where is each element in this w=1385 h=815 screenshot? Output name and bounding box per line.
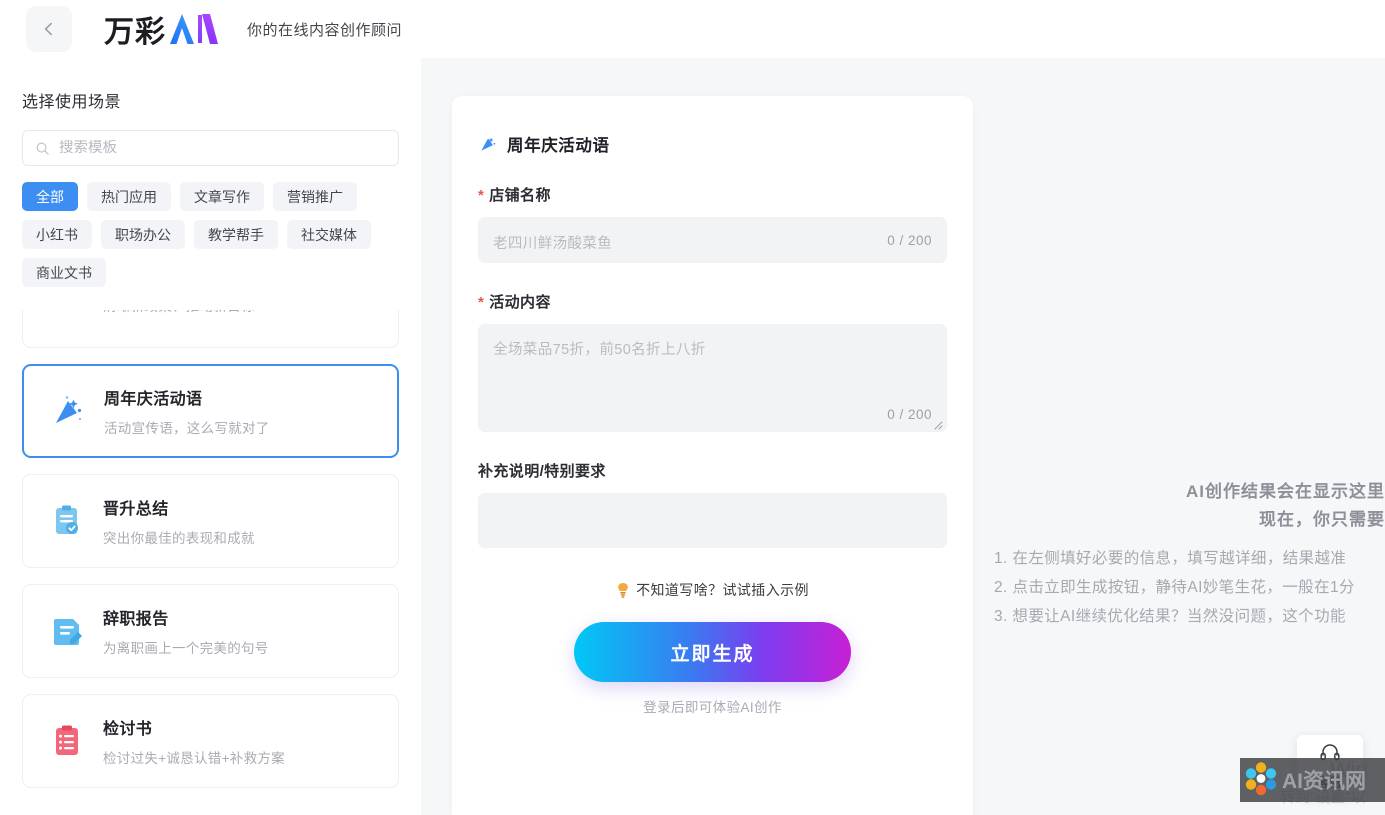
tag-article-writing[interactable]: 文章写作 [180,182,264,211]
tag-label: 文章写作 [194,188,250,205]
list-item-body: 检讨书 检讨过失+诚恳认错+补救方案 [103,715,285,767]
app-root: 万彩 你的在线内容创作顾问 选择使用场景 搜索模板 全部 热门应用 文章写作 营… [0,0,1385,815]
brand-name: 万彩 [104,16,166,49]
field-label-text: 补充说明/特别要求 [478,463,606,480]
resize-grip-icon[interactable] [931,417,943,430]
result-step-2: 2. 点击立即生成按钮，静待AI妙笔生花，一般在1分 [994,579,1355,596]
tag-label: 商业文书 [36,264,92,281]
result-steps: 1. 在左侧填好必要的信息，填写越详细，结果越准 2. 点击立即生成按钮，静待A… [994,544,1385,631]
tag-marketing[interactable]: 营销推广 [273,182,357,211]
template-name: 晋升总结 [103,501,169,518]
back-button[interactable] [26,6,72,52]
tag-xiaohongshu[interactable]: 小红书 [22,220,92,249]
field-label: 补充说明/特别要求 [478,460,947,481]
result-headings: AI创作结果会在显示这里 现在，你只需要 [994,478,1385,534]
template-desc: 清晰新政策、推动新目标 [103,310,255,315]
generator-form-panel: 周年庆活动语 * 店铺名称 老四川鲜汤酸菜鱼 0 / 200 * 活动内容 全场菜品… [452,96,973,815]
field-label: * 店铺名称 [478,184,947,205]
clipboard-check-icon [41,503,93,539]
template-sidebar: 选择使用场景 全部 热门应用 文章写作 营销推广 小红书 职场办公 教学帮手 社… [0,58,421,815]
brand-logo[interactable]: 万彩 [104,7,221,51]
extra-notes-textarea[interactable] [478,493,947,548]
list-item-body: 周年庆活动语 活动宣传语，这么写就对了 [104,385,270,437]
page-title: 周年庆活动语 [507,137,610,155]
sidebar-title: 选择使用场景 [22,94,122,111]
tag-label: 营销推广 [287,188,343,205]
search-icon [35,141,50,156]
headset-icon [1319,742,1341,767]
field-shop-name: * 店铺名称 老四川鲜汤酸菜鱼 0 / 200 [478,184,947,263]
shop-name-counter: 0 / 200 [887,233,932,248]
field-label: * 活动内容 [478,291,947,312]
megaphone-icon [41,310,93,318]
template-name: 检讨书 [103,721,153,738]
list-item[interactable]: 清晰新政策、推动新目标 [22,310,399,348]
sidebar-item-anniversary-slogan[interactable]: 周年庆活动语 活动宣传语，这么写就对了 [22,364,399,458]
document-pen-icon [41,613,93,649]
tag-workplace[interactable]: 职场办公 [101,220,185,249]
generate-button[interactable]: 立即生成 [574,622,851,682]
activity-content-textarea[interactable]: 全场菜品75折，前50名折上八折 0 / 200 [478,324,947,432]
result-step-1: 1. 在左侧填好必要的信息，填写越详细，结果越准 [994,550,1347,567]
tag-business-docs[interactable]: 商业文书 [22,258,106,287]
tag-label: 职场办公 [115,226,171,243]
field-label-text: 店铺名称 [489,187,551,204]
field-activity-content: * 活动内容 全场菜品75折，前50名折上八折 0 / 200 [478,291,947,432]
checklist-red-icon [41,723,93,759]
app-header: 万彩 你的在线内容创作顾问 [0,0,1385,58]
shop-name-placeholder: 老四川鲜汤酸菜鱼 [493,236,613,252]
tag-label: 热门应用 [101,188,157,205]
template-name: 辞职报告 [103,611,169,628]
tag-label: 教学帮手 [208,226,264,243]
category-tag-list: 全部 热门应用 文章写作 营销推广 小红书 职场办公 教学帮手 社交媒体 商业文… [22,182,399,287]
brand-ai-mark [169,12,221,46]
tag-social-media[interactable]: 社交媒体 [287,220,371,249]
search-box[interactable] [22,130,399,166]
tag-hot-apps[interactable]: 热门应用 [87,182,171,211]
tag-teaching[interactable]: 教学帮手 [194,220,278,249]
customer-service-button[interactable]: 客服 [1297,735,1363,797]
list-item-body: 清晰新政策、推动新目标 [103,310,255,315]
result-heading-2: 现在，你只需要 [1259,510,1385,529]
result-heading-1: AI创作结果会在显示这里 [1186,482,1385,501]
required-mark: * [478,187,485,204]
shop-name-input[interactable]: 老四川鲜汤酸菜鱼 0 / 200 [478,217,947,263]
required-mark: * [478,294,485,311]
template-list[interactable]: 清晰新政策、推动新目标 周年庆活动语 活动宣传语，这么写就对了 [0,310,421,815]
result-placeholder-pane: AI创作结果会在显示这里 现在，你只需要 1. 在左侧填好必要的信息，填写越详细… [994,96,1385,815]
template-desc: 检讨过失+诚恳认错+补救方案 [103,751,285,766]
field-extra-notes: 补充说明/特别要求 [478,460,947,548]
tag-label: 小红书 [36,226,78,243]
party-popper-icon [478,134,498,154]
search-wrapper [22,130,399,166]
template-desc: 活动宣传语，这么写就对了 [104,421,270,436]
sidebar-item-self-criticism[interactable]: 检讨书 检讨过失+诚恳认错+补救方案 [22,694,399,788]
chevron-left-icon [41,21,57,37]
workspace-stage: 周年庆活动语 * 店铺名称 老四川鲜汤酸菜鱼 0 / 200 * 活动内容 全场菜品… [421,58,1385,815]
header-tagline: 你的在线内容创作顾问 [247,21,403,39]
result-step-3: 3. 想要让AI继续优化结果？当然没问题，这个功能 [994,608,1346,625]
form-title-row: 周年庆活动语 [478,132,947,156]
tag-all[interactable]: 全部 [22,182,78,211]
sidebar-item-resignation-report[interactable]: 辞职报告 为离职画上一个完美的句号 [22,584,399,678]
sidebar-item-promotion-summary[interactable]: 晋升总结 突出你最佳的表现和成就 [22,474,399,568]
activity-content-placeholder: 全场菜品75折，前50名折上八折 [493,342,706,358]
insert-example-label: 不知道写啥？试试插入示例 [636,582,809,598]
tag-label: 全部 [36,188,64,205]
tag-label: 社交媒体 [301,226,357,243]
customer-service-label: 客服 [1316,775,1344,790]
list-item-body: 辞职报告 为离职画上一个完美的句号 [103,605,269,657]
insert-example-hint[interactable]: 不知道写啥？试试插入示例 [478,580,947,600]
generate-subtext: 登录后即可体验AI创作 [643,700,782,715]
list-item-body: 晋升总结 突出你最佳的表现和成就 [103,495,255,547]
template-desc: 为离职画上一个完美的句号 [103,641,269,656]
template-desc: 突出你最佳的表现和成就 [103,531,255,546]
search-input[interactable] [59,140,386,156]
field-label-text: 活动内容 [489,294,551,311]
template-name: 周年庆活动语 [104,391,203,408]
lightbulb-icon [616,582,630,598]
party-popper-icon [42,393,94,429]
activity-content-counter: 0 / 200 [887,407,932,422]
